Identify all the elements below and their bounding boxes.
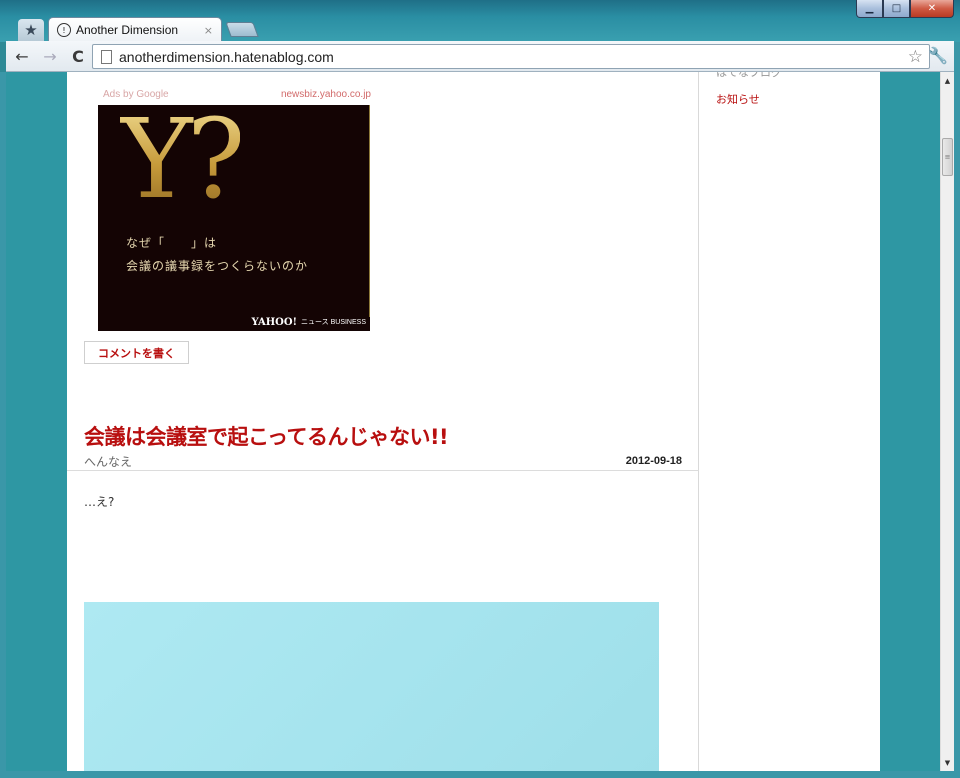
window-frame-right xyxy=(954,42,960,778)
post-photo xyxy=(84,602,659,771)
page-viewport: Ads by Google newsbiz.yahoo.co.jp Y? なぜ「… xyxy=(6,72,940,771)
blog-content: Ads by Google newsbiz.yahoo.co.jp Y? なぜ「… xyxy=(67,72,880,771)
post-meta: へんなえ 2012-09-18 xyxy=(84,451,682,471)
wrench-menu-icon[interactable]: 🔧 xyxy=(928,46,948,65)
url-text[interactable]: anotherdimension.hatenablog.com xyxy=(119,49,908,65)
page-icon xyxy=(101,49,112,64)
post-body-text: …え? xyxy=(84,495,115,509)
minimize-button[interactable]: ▁ xyxy=(856,0,883,18)
bookmark-star-icon[interactable]: ☆ xyxy=(908,47,923,67)
favicon-icon: ! xyxy=(57,23,71,37)
main-column: Ads by Google newsbiz.yahoo.co.jp Y? なぜ「… xyxy=(67,72,699,771)
window-frame-bottom xyxy=(0,771,960,778)
close-window-button[interactable]: ✕ xyxy=(910,0,954,18)
ad-text-line1: なぜ「 」は xyxy=(126,236,218,250)
ad-domain-link[interactable]: newsbiz.yahoo.co.jp xyxy=(281,89,371,100)
ad-biz-label: ニュース BUSINESS xyxy=(301,319,366,326)
ad-banner[interactable]: Y? なぜ「 」は 会議の議事録をつくらないのか YAHOO! ニュース BUS… xyxy=(98,105,370,331)
post-title[interactable]: 会議は会議室で起こってるんじゃない!! xyxy=(84,421,449,451)
forward-button[interactable]: → xyxy=(38,44,62,68)
tab-another-dimension[interactable]: ! Another Dimension × xyxy=(48,17,222,42)
sidebar-heading: はてなブログ xyxy=(716,72,782,79)
tab-close-icon[interactable]: × xyxy=(204,24,213,37)
ad-text-line2: 会議の議事録をつくらないのか xyxy=(126,259,309,273)
ads-by-google-link[interactable]: Ads by Google xyxy=(103,89,169,100)
post-divider xyxy=(67,470,699,471)
post-date[interactable]: 2012-09-18 xyxy=(626,455,682,467)
vertical-scrollbar[interactable]: ▲ ≡ ▼ xyxy=(940,72,954,771)
scroll-thumb[interactable]: ≡ xyxy=(942,138,953,176)
ad-footer: YAHOO! ニュース BUSINESS xyxy=(98,313,370,331)
sidebar: はてなブログ お知らせ xyxy=(700,72,880,771)
window-controls: ▁ □ ✕ xyxy=(856,0,954,18)
back-button[interactable]: ← xyxy=(10,44,34,68)
ad-header: Ads by Google newsbiz.yahoo.co.jp xyxy=(103,89,371,100)
browser-toolbar: ← → C anotherdimension.hatenablog.com ☆ … xyxy=(6,41,954,72)
yahoo-logo: YAHOO! xyxy=(251,316,297,328)
tab-title: Another Dimension xyxy=(76,23,179,37)
reload-button[interactable]: C xyxy=(66,44,90,68)
sidebar-link-news[interactable]: お知らせ xyxy=(716,91,760,107)
new-tab-button[interactable] xyxy=(225,22,259,37)
scroll-up-arrow[interactable]: ▲ xyxy=(941,74,954,87)
apps-star-icon[interactable]: ★ xyxy=(18,19,44,41)
write-comment-button[interactable]: コメントを書く xyxy=(84,341,189,364)
post-author[interactable]: へんなえ xyxy=(84,453,132,470)
ad-headline: Y? xyxy=(120,105,246,223)
scroll-down-arrow[interactable]: ▼ xyxy=(941,756,954,769)
address-bar[interactable]: anotherdimension.hatenablog.com ☆ xyxy=(92,44,930,69)
maximize-button[interactable]: □ xyxy=(883,0,910,18)
